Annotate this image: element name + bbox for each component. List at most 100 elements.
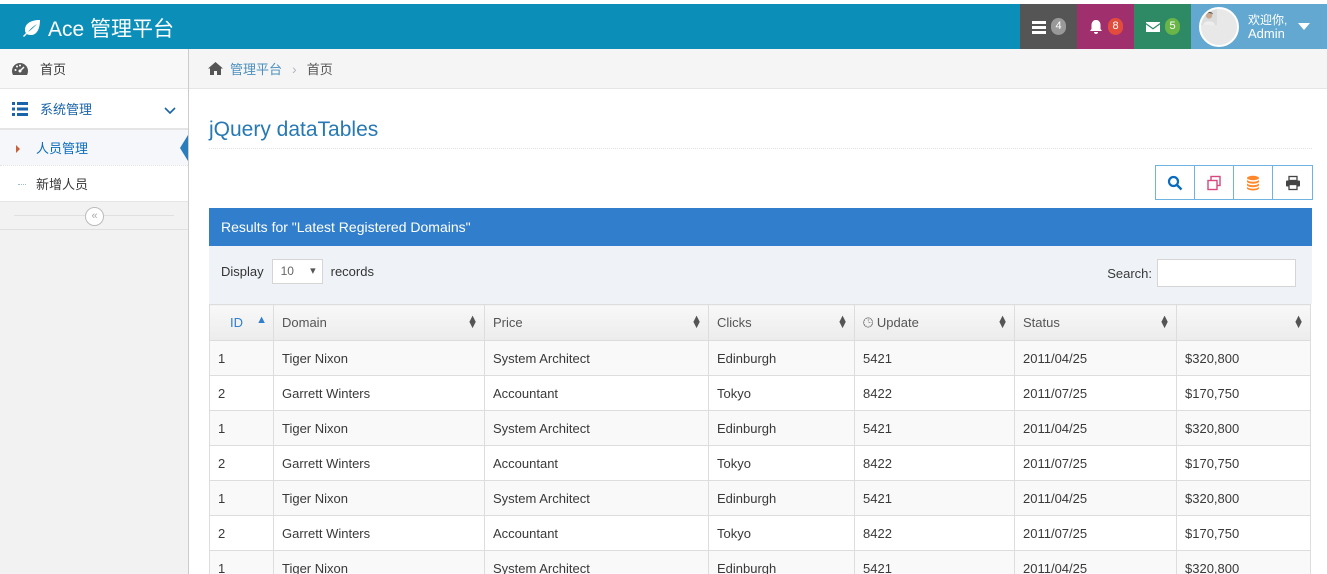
table-cell: 5421 xyxy=(854,550,1015,574)
copy-button[interactable] xyxy=(1195,166,1234,199)
column-header-extra[interactable]: ▲ ▼ xyxy=(1176,304,1311,341)
sidebar-item-home[interactable]: 首页 xyxy=(0,49,188,89)
table-cell: Garrett Winters xyxy=(273,375,485,411)
submenu-item-label: 新增人员 xyxy=(36,177,89,192)
breadcrumb-separator: › xyxy=(292,60,297,77)
print-button[interactable] xyxy=(1273,166,1312,199)
caret-right-icon xyxy=(16,145,20,153)
table-caption: Results for "Latest Registered Domains" xyxy=(209,208,1312,246)
column-header-domain[interactable]: Domain ▲ ▼ xyxy=(273,304,485,341)
table-cell: Accountant xyxy=(484,375,709,411)
notifications-badge: 8 xyxy=(1108,18,1123,35)
print-icon xyxy=(1285,175,1300,190)
table-cell: Tokyo xyxy=(708,375,855,411)
table-cell: Edinburgh xyxy=(708,410,855,446)
table-cell: 5421 xyxy=(854,410,1015,446)
tasks-button[interactable]: 4 xyxy=(1020,4,1077,49)
column-header-clicks[interactable]: Clicks ▲ ▼ xyxy=(708,304,855,341)
navbar: Ace 管理平台 4 8 5 欢迎你, Admin xyxy=(0,0,1327,49)
table-cell: $170,750 xyxy=(1176,515,1311,551)
table-cell: Tiger Nixon xyxy=(273,480,485,516)
column-label: Domain xyxy=(282,315,327,330)
submenu-item-add-person[interactable]: 新增人员 xyxy=(0,165,188,201)
database-icon xyxy=(1247,175,1259,190)
table-cell: $170,750 xyxy=(1176,375,1311,411)
sidebar-collapse-bar: « xyxy=(0,202,188,230)
sidebar-item-label: 系统管理 xyxy=(40,102,93,117)
table-cell: 5421 xyxy=(854,480,1015,516)
column-header-status[interactable]: Status ▲ ▼ xyxy=(1014,304,1177,341)
column-header-price[interactable]: Price ▲ ▼ xyxy=(484,304,709,341)
table-cell: 2 xyxy=(209,515,274,551)
page-title: jQuery dataTables xyxy=(209,118,1312,149)
table-row[interactable]: 1 Tiger Nixon System Architect Edinburgh 542… xyxy=(209,550,1311,574)
table-cell: $320,800 xyxy=(1176,410,1311,446)
notifications-button[interactable]: 8 xyxy=(1077,4,1134,49)
table-cell: System Architect xyxy=(484,340,709,376)
table-cell: 2011/07/25 xyxy=(1014,515,1177,551)
table-cell: $170,750 xyxy=(1176,445,1311,481)
breadcrumb: 管理平台 › 首页 xyxy=(189,49,1327,89)
table-cell: 2011/04/25 xyxy=(1014,550,1177,574)
table-cell: 8422 xyxy=(854,445,1015,481)
datatable-toolbar: Display 10 records Search: xyxy=(209,246,1312,304)
sidebar-item-system[interactable]: 系统管理 xyxy=(0,89,188,129)
table-cell: 8422 xyxy=(854,375,1015,411)
table-cell: 2011/07/25 xyxy=(1014,445,1177,481)
sort-icon: ▲ ▼ xyxy=(997,313,1008,331)
tasks-badge: 4 xyxy=(1051,18,1066,35)
header-row: ID ▲ Domain ▲ ▼ Price ▲ ▼ Clicks ▲ ▼ 🕒︎ Update ▲… xyxy=(209,304,1311,341)
table-cell: 1 xyxy=(209,340,274,376)
messages-badge: 5 xyxy=(1165,18,1180,35)
column-label: ID xyxy=(230,315,243,330)
search-icon xyxy=(1167,175,1183,190)
home-icon[interactable] xyxy=(207,61,224,76)
tree-line xyxy=(18,184,26,185)
column-header-update[interactable]: 🕒︎ Update ▲ ▼ xyxy=(854,304,1015,341)
search-input[interactable] xyxy=(1157,259,1296,287)
display-label: Display xyxy=(221,264,264,279)
table-row[interactable]: 2 Garrett Winters Accountant Tokyo 8422 2011/… xyxy=(209,375,1311,411)
column-label: Price xyxy=(493,315,523,330)
table-cell: Tiger Nixon xyxy=(273,410,485,446)
table-cell: System Architect xyxy=(484,410,709,446)
table-cell: Edinburgh xyxy=(708,480,855,516)
table-cell: System Architect xyxy=(484,550,709,574)
table-tools xyxy=(1155,165,1313,200)
leaf-icon xyxy=(23,20,40,37)
sort-icon: ▲ ▼ xyxy=(1159,313,1170,331)
brand[interactable]: Ace 管理平台 xyxy=(22,13,174,43)
table-row[interactable]: 2 Garrett Winters Accountant Tokyo 8422 2011/… xyxy=(209,515,1311,551)
search-button[interactable] xyxy=(1156,166,1195,199)
sort-icon: ▲ ▼ xyxy=(837,313,848,331)
table-cell: $320,800 xyxy=(1176,480,1311,516)
table-row[interactable]: 1 Tiger Nixon System Architect Edinburgh 542… xyxy=(209,340,1311,376)
data-table: ID ▲ Domain ▲ ▼ Price ▲ ▼ Clicks ▲ ▼ 🕒︎ Update ▲… xyxy=(209,304,1311,574)
table-row[interactable]: 1 Tiger Nixon System Architect Edinburgh 542… xyxy=(209,480,1311,516)
user-info: 欢迎你, Admin xyxy=(1248,13,1287,41)
table-cell: $320,800 xyxy=(1176,340,1311,376)
table-cell: 2011/04/25 xyxy=(1014,340,1177,376)
table-cell: System Architect xyxy=(484,480,709,516)
bell-icon xyxy=(1090,19,1102,34)
submenu-item-personnel[interactable]: 人员管理 xyxy=(0,129,188,165)
sidebar-item-label: 首页 xyxy=(40,62,67,77)
table-row[interactable]: 2 Garrett Winters Accountant Tokyo 8422 2011/… xyxy=(209,445,1311,481)
table-row[interactable]: 1 Tiger Nixon System Architect Edinburgh 542… xyxy=(209,410,1311,446)
breadcrumb-home[interactable]: 管理平台 xyxy=(230,59,282,78)
records-label: records xyxy=(330,264,374,279)
page-length-select[interactable]: 10 xyxy=(271,259,323,284)
column-header-id[interactable]: ID ▲ xyxy=(209,304,274,341)
table-cell: Tokyo xyxy=(708,445,855,481)
table-cell: Garrett Winters xyxy=(273,515,485,551)
column-label: Clicks xyxy=(717,315,752,330)
sort-icon: ▲ ▼ xyxy=(1293,313,1304,331)
messages-button[interactable]: 5 xyxy=(1134,4,1191,49)
export-button[interactable] xyxy=(1234,166,1273,199)
double-chevron-left-icon[interactable]: « xyxy=(85,207,104,226)
user-menu[interactable]: 欢迎你, Admin xyxy=(1191,4,1327,49)
table-cell: 2011/04/25 xyxy=(1014,480,1177,516)
chevron-down-icon xyxy=(164,103,176,118)
user-name: Admin xyxy=(1248,25,1285,41)
table-cell: Garrett Winters xyxy=(273,445,485,481)
